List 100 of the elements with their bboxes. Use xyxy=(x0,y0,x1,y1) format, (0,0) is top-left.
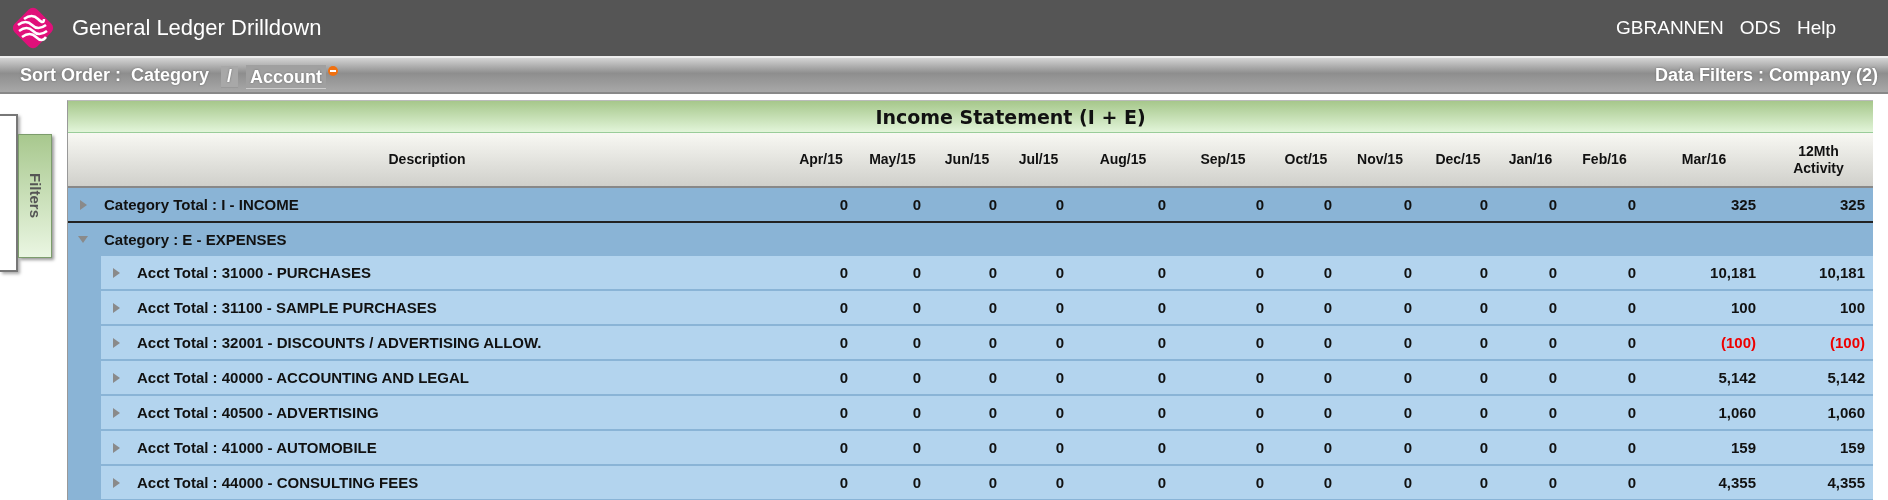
column-header[interactable]: May/15 xyxy=(869,151,916,168)
expand-icon[interactable] xyxy=(111,442,121,453)
table-cell-text: 0 xyxy=(911,334,922,351)
column-header[interactable]: Apr/15 xyxy=(799,151,843,168)
sort-item: Category xyxy=(131,64,210,86)
table-cell-text: 100 xyxy=(1729,299,1757,316)
table-cell-text: 0 xyxy=(1547,264,1558,281)
table-cell-text: 0 xyxy=(1402,369,1413,386)
table-cell-text: 0 xyxy=(838,264,849,281)
table-cell-text: 0 xyxy=(1322,299,1333,316)
collapse-icon[interactable] xyxy=(78,234,88,244)
account-row[interactable]: Acct Total : 44000 - CONSULTING FEES 0 0 0 0 0 0 0 0 0 0 0 4,355 4,355 xyxy=(68,466,1873,500)
table-cell-text: 0 xyxy=(1156,474,1167,491)
row-label: Acct Total : 31000 - PURCHASES xyxy=(137,264,371,281)
table-cell-text: 0 xyxy=(1626,334,1637,351)
filters-tab[interactable]: Filters xyxy=(18,134,52,258)
table-cell-text: 0 xyxy=(838,474,849,491)
table-title: Income Statement (I + E) xyxy=(68,101,1873,133)
expand-icon[interactable] xyxy=(111,477,121,488)
expand-icon[interactable] xyxy=(111,372,121,383)
table-cell-text: 0 xyxy=(1254,334,1265,351)
row-label: Category : E - EXPENSES xyxy=(104,230,287,248)
table-cell-text: 0 xyxy=(1054,404,1065,421)
table-cell-text: 0 xyxy=(1254,439,1265,456)
table-cell-text: 0 xyxy=(1626,299,1637,316)
table-cell-text: 0 xyxy=(1322,369,1333,386)
table-cell-text: 0 xyxy=(911,299,922,316)
table-cell-text: 0 xyxy=(1478,474,1489,491)
expand-icon[interactable] xyxy=(111,267,121,278)
table-cell-text: 0 xyxy=(838,299,849,316)
data-filters-label: Data Filters : Company (2) xyxy=(1654,64,1878,86)
row-label: Acct Total : 31100 - SAMPLE PURCHASES xyxy=(137,299,437,316)
table-cell-text: 0 xyxy=(1322,264,1333,281)
table-cell-text: 0 xyxy=(987,369,998,386)
table-cell-text: 0 xyxy=(1402,404,1413,421)
column-header[interactable]: Mar/16 xyxy=(1681,151,1727,168)
sort-separator: / xyxy=(221,66,239,88)
table-cell-text: 0 xyxy=(1254,196,1265,213)
table-cell-text: 0 xyxy=(911,474,922,491)
table-cell-text: 0 xyxy=(1402,474,1413,491)
row-label: Acct Total : 40000 - ACCOUNTING AND LEGAL xyxy=(137,369,469,386)
column-header[interactable]: 12Mth Activity xyxy=(1783,143,1854,176)
table-cell-text: 0 xyxy=(1054,439,1065,456)
column-header[interactable]: Nov/15 xyxy=(1357,151,1403,168)
column-header[interactable]: Sep/15 xyxy=(1200,151,1246,168)
column-header[interactable]: Jun/15 xyxy=(944,151,990,168)
row-label: Category Total : I - INCOME xyxy=(104,196,299,213)
table-cell-text: 0 xyxy=(1322,334,1333,351)
account-row[interactable]: Acct Total : 40000 - ACCOUNTING AND LEGAL 0 0 0 0 0 0 0 0 0 0 0 5,142 5,142 xyxy=(68,361,1873,396)
table-cell-text: 0 xyxy=(1402,299,1413,316)
table-cell-text: 0 xyxy=(1547,404,1558,421)
category-row[interactable]: Category Total : I - INCOME 0 0 0 0 0 0 0 0 0 0 0 325 325 xyxy=(68,188,1873,223)
account-row[interactable]: Acct Total : 31100 - SAMPLE PURCHASES 0 0 0 0 0 0 0 0 0 0 0 100 100 xyxy=(68,291,1873,326)
table-cell-text: 0 xyxy=(838,196,849,213)
table-cell-text: 0 xyxy=(1156,439,1167,456)
column-header[interactable]: Feb/16 xyxy=(1582,151,1627,168)
table-cell-text: 5,142 xyxy=(1717,369,1757,386)
table-cell-text: 0 xyxy=(1054,474,1065,491)
table-cell-text: 0 xyxy=(987,334,998,351)
remove-icon[interactable] xyxy=(328,66,339,76)
account-row[interactable]: Acct Total : 40500 - ADVERTISING 0 0 0 0 0 0 0 0 0 0 0 1,060 1,060 xyxy=(68,396,1873,431)
table-cell-text: 0 xyxy=(1156,264,1167,281)
account-row[interactable]: Acct Total : 41000 - AUTOMOBILE 0 0 0 0 0 0 0 0 0 0 0 159 159 xyxy=(68,431,1873,466)
expand-icon[interactable] xyxy=(111,337,121,348)
table-cell-text: 100 xyxy=(1838,299,1866,316)
table-cell-text: 0 xyxy=(838,439,849,456)
table-cell-text: 1,060 xyxy=(1826,404,1866,421)
table-cell-text: 0 xyxy=(1054,334,1065,351)
column-header[interactable]: Aug/15 xyxy=(1099,151,1147,168)
category-row[interactable]: Category : E - EXPENSES xyxy=(68,223,1873,256)
table-cell-text: 0 xyxy=(1626,196,1637,213)
table-cell-text: 0 xyxy=(1626,264,1637,281)
table-cell-text: 0 xyxy=(1547,196,1558,213)
table-cell-text: 10,181 xyxy=(1709,264,1757,281)
column-header[interactable]: Dec/15 xyxy=(1435,151,1481,168)
table-cell-text: 0 xyxy=(911,369,922,386)
column-header[interactable]: Jul/15 xyxy=(1018,151,1059,168)
table-cell-text: 0 xyxy=(1626,439,1637,456)
table-cell-text: 0 xyxy=(1478,264,1489,281)
table-cell-text: 10,181 xyxy=(1818,264,1866,281)
table-cell-text: 0 xyxy=(987,404,998,421)
header-link[interactable]: ODS xyxy=(1739,17,1781,39)
column-header[interactable]: Oct/15 xyxy=(1284,151,1328,168)
row-label: Acct Total : 44000 - CONSULTING FEES xyxy=(137,474,419,491)
table-cell-text: 0 xyxy=(911,439,922,456)
account-row[interactable]: Acct Total : 31000 - PURCHASES 0 0 0 0 0 0 0 0 0 0 0 10,181 10,181 xyxy=(68,256,1873,291)
expand-icon[interactable] xyxy=(111,302,121,313)
expand-icon[interactable] xyxy=(78,199,88,210)
table-cell-text: 0 xyxy=(987,299,998,316)
account-row[interactable]: Acct Total : 32001 - DISCOUNTS / ADVERTISING ALLOW. 0 0 0 0 0 0 0 0 0 0 0 (100) (100) xyxy=(68,326,1873,361)
column-header[interactable]: Description xyxy=(388,151,466,168)
app-title: General Ledger Drilldown xyxy=(72,15,322,41)
table-cell-text: 0 xyxy=(1402,334,1413,351)
table-cell-text: 0 xyxy=(1156,299,1167,316)
row-label: Acct Total : 41000 - AUTOMOBILE xyxy=(137,439,377,456)
table-cell-text: 0 xyxy=(1254,299,1265,316)
header-link[interactable]: GBRANNEN xyxy=(1616,17,1724,39)
header-link[interactable]: Help xyxy=(1796,17,1836,39)
column-header[interactable]: Jan/16 xyxy=(1508,151,1553,168)
expand-icon[interactable] xyxy=(111,407,121,418)
